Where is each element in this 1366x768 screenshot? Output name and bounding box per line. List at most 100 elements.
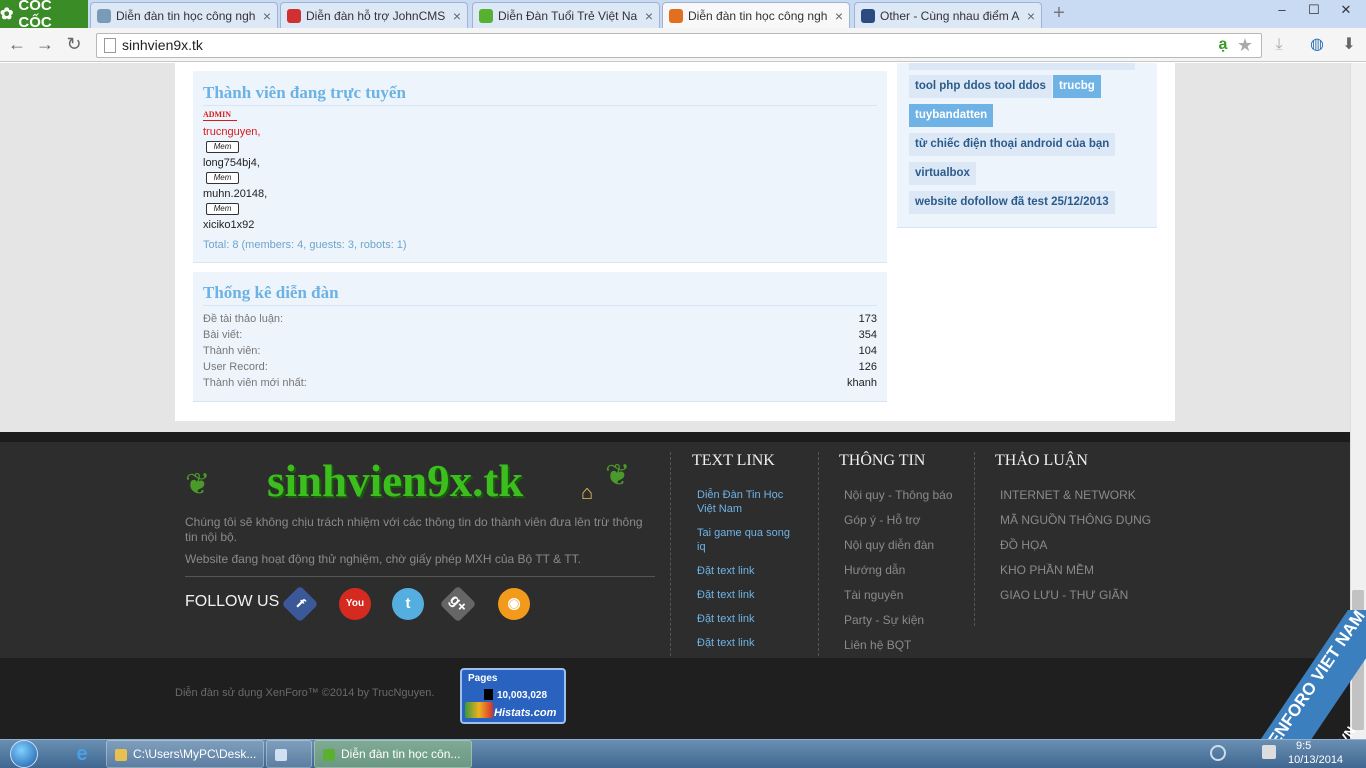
thao-luan-link[interactable]: MÃ NGUỒN THÔNG DỤNG (1000, 513, 1151, 527)
coccoc-logo[interactable]: ✿ CỐC CỐC (0, 0, 88, 31)
vine-left-icon: ❦ (185, 468, 211, 501)
new-tab-button[interactable]: + (1048, 3, 1070, 24)
tab-title: Diễn đàn tin học công ngh (688, 8, 828, 23)
tag-link[interactable]: từ chiếc điện thoại android của bạn (909, 133, 1116, 156)
thong-tin-link[interactable]: Hướng dẫn (844, 563, 905, 577)
member-link[interactable]: long754bj4, (203, 157, 260, 169)
scrollbar-thumb[interactable] (1352, 590, 1364, 730)
title-divider (203, 305, 877, 306)
maximize-button[interactable]: ☐ (1298, 0, 1330, 22)
thong-tin-link[interactable]: Nội quy - Thông báo (844, 488, 953, 502)
thao-luan-title: THẢO LUẬN (995, 452, 1088, 469)
histats-pages-label: Pages (468, 673, 498, 684)
tag-link[interactable]: virtualbox (909, 162, 976, 185)
taskbar-item[interactable]: C:\Users\MyPC\Desk... (106, 740, 264, 768)
thao-luan-link[interactable]: INTERNET & NETWORK (1000, 488, 1136, 502)
taskbar-item-label: Diễn đàn tin học côn... (341, 747, 461, 761)
thao-luan-link[interactable]: ĐỒ HỌA (1000, 538, 1047, 552)
text-link-item[interactable]: Đặt text link (697, 588, 797, 602)
footer-col-divider (974, 452, 975, 626)
member-link[interactable]: xiciko1x92 (203, 219, 254, 231)
leaf-icon: ✿ (0, 6, 14, 23)
tab-4[interactable]: Diễn đàn tin học công ngh × (662, 2, 850, 28)
network-tray-icon[interactable] (1210, 745, 1226, 761)
footer-disclaimer: Chúng tôi sẽ không chịu trách nhiệm với … (185, 515, 643, 544)
reload-button[interactable]: ↻ (63, 33, 85, 55)
tab-3[interactable]: Diễn Đàn Tuổi Trẻ Việt Na × (472, 2, 660, 28)
monitor-tray-icon[interactable] (1262, 745, 1276, 759)
follow-us-label: FOLLOW US (185, 593, 280, 610)
thong-tin-link[interactable]: Nội quy diễn đàn (844, 538, 934, 552)
tab-close-icon[interactable]: × (835, 8, 843, 24)
tab-title: Other - Cùng nhau điểm A (880, 8, 1020, 23)
notepad-icon (275, 748, 287, 761)
thao-luan-link[interactable]: GIAO LƯU - THƯ GIÃN (1000, 588, 1128, 602)
taskbar-item[interactable] (266, 740, 312, 768)
member-badge: Mem (206, 141, 239, 153)
tag-link[interactable]: trucbg (1053, 75, 1101, 98)
youtube-icon[interactable]: You (339, 588, 371, 620)
online-total: Total: 8 (members: 4, guests: 3, robots:… (203, 239, 407, 251)
clock-time[interactable]: 9:5 (1296, 740, 1311, 752)
member-link[interactable]: trucnguyen, (203, 126, 260, 138)
forward-button[interactable]: → (34, 33, 56, 55)
coccoc-dictionary-icon[interactable]: ạ (1212, 34, 1234, 56)
histats-counter[interactable]: Pages 10,003,028 Histats.com (460, 668, 566, 724)
folder-icon (115, 748, 127, 761)
twitter-icon[interactable]: t (392, 588, 424, 620)
tab-2[interactable]: Diễn đàn hỗ trợ JohnCMS \ × (280, 2, 468, 28)
tab-1[interactable]: Diễn đàn tin học công ngh × (90, 2, 278, 28)
bookmark-star-icon[interactable]: ★ (1234, 34, 1256, 56)
title-divider (203, 105, 877, 106)
histats-bar (484, 689, 493, 700)
text-link-item[interactable]: Đặt text link (697, 612, 797, 626)
tab-title: Diễn đàn hỗ trợ JohnCMS \ (306, 8, 448, 23)
rss-icon[interactable]: ◉ (498, 588, 530, 620)
stat-label: Thành viên: (203, 345, 261, 357)
tab-close-icon[interactable]: × (263, 8, 271, 24)
thong-tin-link[interactable]: Tài nguyên (844, 588, 903, 602)
tag-link[interactable]: tuybandatten (909, 104, 994, 127)
globe-icon[interactable]: ◍ (1306, 34, 1328, 56)
url-text[interactable]: sinhvien9x.tk (122, 37, 203, 53)
text-link-item[interactable]: Đặt text link (697, 564, 797, 578)
stat-label: Thành viên mới nhất: (203, 377, 307, 389)
tab-close-icon[interactable]: × (453, 8, 461, 24)
close-window-button[interactable]: ✕ (1330, 0, 1362, 22)
tab-close-icon[interactable]: × (645, 8, 653, 24)
thao-luan-link[interactable]: KHO PHẦN MỀM (1000, 563, 1094, 577)
tab-favicon-icon (861, 8, 875, 23)
stat-value: 104 (858, 345, 877, 357)
thong-tin-link[interactable]: Liên hệ BQT (844, 638, 911, 652)
clock-date[interactable]: 10/13/2014 (1288, 754, 1343, 766)
thong-tin-link[interactable]: Party - Sự kiện (844, 613, 924, 627)
minimize-button[interactable]: – (1266, 0, 1298, 22)
tag-link[interactable]: tool php ddos tool ddos (909, 75, 1052, 98)
download-icon[interactable]: ⤓ (1268, 34, 1290, 56)
stat-value[interactable]: khanh (777, 377, 877, 389)
tag-link[interactable]: website dofollow đã test 25/12/2013 (909, 191, 1115, 214)
admin-badge: ADMIN (203, 110, 237, 121)
histats-chart-icon (465, 702, 493, 718)
footer-license: Website đang hoạt động thử nghiệm, chờ g… (185, 552, 581, 566)
forum-stats-title: Thống kê diễn đàn (203, 283, 339, 302)
back-button[interactable]: ← (6, 33, 28, 55)
online-members-title[interactable]: Thành viên đang trực tuyến (203, 83, 406, 103)
internet-explorer-icon[interactable]: e (70, 742, 94, 766)
text-link-item[interactable]: Diễn Đàn Tin Học Việt Nam (697, 488, 797, 516)
footer-divider (185, 576, 655, 577)
start-button[interactable] (6, 739, 46, 768)
address-bar[interactable] (96, 33, 1262, 58)
member-link[interactable]: muhn.20148, (203, 188, 267, 200)
thong-tin-link[interactable]: Góp ý - Hỗ trợ (844, 513, 921, 527)
stat-label: Bài viết: (203, 329, 243, 341)
tab-5[interactable]: Other - Cùng nhau điểm A × (854, 2, 1042, 28)
text-link-item[interactable]: Tai game qua song iq (697, 526, 797, 554)
footer-copyright: Diễn đàn sử dụng XenForo™ ©2014 by TrucN… (175, 687, 435, 699)
tab-close-icon[interactable]: × (1027, 8, 1035, 24)
menu-download-icon[interactable]: ⬇ (1338, 34, 1360, 56)
taskbar-item[interactable]: Diễn đàn tin học côn... (314, 740, 472, 768)
coccoc-icon (323, 748, 335, 761)
text-link-item[interactable]: Đặt text link (697, 636, 797, 650)
site-logo[interactable]: ❦ sinhvien9x.tk ⌂ ❦ (185, 450, 635, 512)
